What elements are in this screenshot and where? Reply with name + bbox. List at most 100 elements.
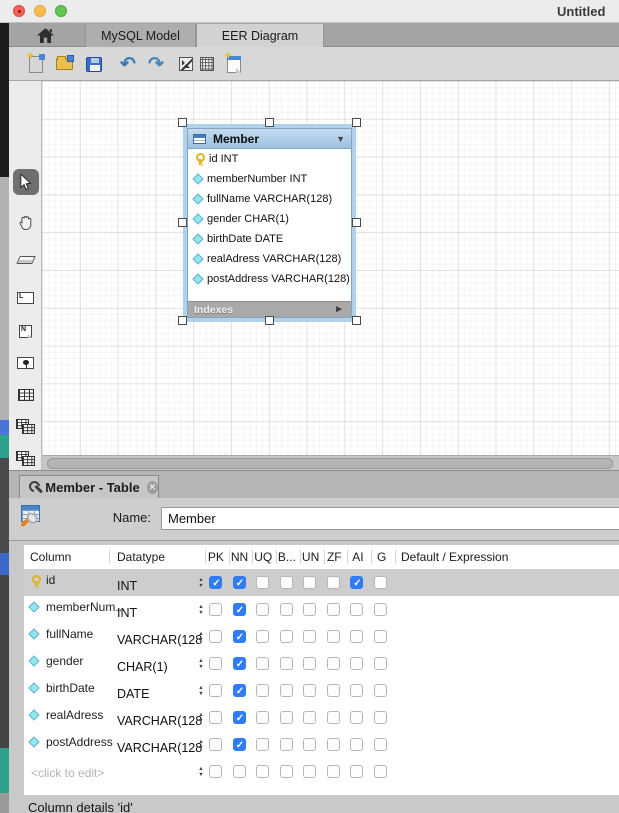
datatype-stepper[interactable] [196, 602, 206, 617]
datatype-value[interactable]: DATE [117, 686, 149, 702]
zoom-window-button[interactable] [55, 5, 67, 17]
checkbox-bin[interactable] [280, 765, 293, 778]
table-row-membernumber[interactable]: memberNum... INT [24, 596, 619, 623]
horizontal-scrollbar-thumb[interactable] [47, 458, 613, 469]
datatype-value[interactable]: INT [117, 605, 137, 621]
checkbox-ai[interactable] [350, 576, 363, 589]
checkbox-un[interactable] [303, 603, 316, 616]
new-model-button[interactable]: ✦ [24, 52, 48, 76]
header-g[interactable]: G [370, 545, 394, 569]
tab-home[interactable] [18, 23, 72, 47]
tool-layer[interactable]: L [9, 284, 42, 312]
eer-diagram-canvas[interactable]: Member ▼ id INT memberNumber INT fullNam… [42, 81, 619, 455]
checkbox-un[interactable] [303, 684, 316, 697]
checkbox-un[interactable] [303, 765, 316, 778]
checkbox-zf[interactable] [327, 603, 340, 616]
datatype-stepper[interactable] [196, 629, 206, 644]
datatype-stepper[interactable] [196, 575, 206, 590]
checkbox-nn[interactable] [233, 711, 246, 724]
checkbox-uq[interactable] [256, 603, 269, 616]
checkbox-uq[interactable] [256, 576, 269, 589]
checkbox-pk[interactable] [209, 657, 222, 670]
resize-handle-top-left[interactable] [178, 118, 187, 127]
figure-column-row[interactable]: postAddress VARCHAR(128) [188, 269, 351, 289]
figure-column-row[interactable]: fullName VARCHAR(128) [188, 189, 351, 209]
checkbox-pk[interactable] [209, 765, 222, 778]
checkbox-zf[interactable] [327, 657, 340, 670]
tool-view[interactable] [9, 413, 42, 441]
header-uq[interactable]: UQ [251, 545, 275, 569]
checkbox-zf[interactable] [327, 711, 340, 724]
datatype-value[interactable]: VARCHAR(128 [117, 740, 202, 756]
checkbox-un[interactable] [303, 738, 316, 751]
checkbox-ai[interactable] [350, 603, 363, 616]
close-window-button[interactable] [13, 5, 25, 17]
checkbox-nn[interactable] [233, 684, 246, 697]
editor-tab-member-table[interactable]: Member - Table ✕ [19, 475, 159, 499]
resize-handle-top-right[interactable] [352, 118, 361, 127]
datatype-stepper[interactable] [196, 710, 206, 725]
horizontal-scrollbar[interactable] [42, 455, 619, 470]
save-model-button[interactable] [82, 52, 106, 76]
checkbox-g[interactable] [374, 630, 387, 643]
checkbox-ai[interactable] [350, 738, 363, 751]
tab-mysql-model[interactable]: MySQL Model [85, 24, 196, 47]
checkbox-bin[interactable] [280, 684, 293, 697]
table-name-input[interactable] [161, 507, 619, 530]
checkbox-uq[interactable] [256, 738, 269, 751]
datatype-stepper[interactable] [196, 737, 206, 752]
tool-table[interactable] [9, 381, 42, 409]
redo-button[interactable]: ↷ [144, 52, 168, 76]
checkbox-bin[interactable] [280, 603, 293, 616]
checkbox-ai[interactable] [350, 657, 363, 670]
figure-column-row[interactable]: gender CHAR(1) [188, 209, 351, 229]
resize-handle-middle-right[interactable] [352, 218, 361, 227]
checkbox-ai[interactable] [350, 765, 363, 778]
checkbox-uq[interactable] [256, 765, 269, 778]
column-name[interactable]: fullName [46, 626, 93, 642]
header-zf[interactable]: ZF [322, 545, 346, 569]
checkbox-nn[interactable] [233, 576, 246, 589]
datatype-stepper[interactable] [196, 683, 206, 698]
column-name[interactable]: birthDate [46, 680, 95, 696]
checkbox-zf[interactable] [327, 765, 340, 778]
resize-handle-bottom-right[interactable] [352, 316, 361, 325]
header-ai[interactable]: AI [346, 545, 370, 569]
checkbox-bin[interactable] [280, 738, 293, 751]
checkbox-zf[interactable] [327, 684, 340, 697]
collapse-triangle-icon[interactable]: ▼ [336, 134, 345, 144]
column-name[interactable]: id [46, 572, 55, 588]
checkbox-g[interactable] [374, 738, 387, 751]
header-bin[interactable]: B... [275, 545, 299, 569]
checkbox-g[interactable] [374, 657, 387, 670]
toggle-grid-button[interactable] [195, 52, 219, 76]
datatype-stepper[interactable] [196, 656, 206, 671]
checkbox-pk[interactable] [209, 711, 222, 724]
close-editor-tab-button[interactable]: ✕ [147, 481, 158, 494]
checkbox-g[interactable] [374, 684, 387, 697]
checkbox-pk[interactable] [209, 603, 222, 616]
header-column[interactable]: Column [30, 545, 71, 569]
member-table-figure[interactable]: Member ▼ id INT memberNumber INT fullNam… [187, 128, 352, 318]
checkbox-ai[interactable] [350, 711, 363, 724]
tool-select[interactable] [9, 168, 42, 196]
tool-image[interactable] [9, 349, 42, 377]
checkbox-ai[interactable] [350, 630, 363, 643]
checkbox-g[interactable] [374, 711, 387, 724]
checkbox-zf[interactable] [327, 576, 340, 589]
checkbox-g[interactable] [374, 603, 387, 616]
checkbox-ai[interactable] [350, 684, 363, 697]
checkbox-nn[interactable] [233, 630, 246, 643]
datatype-stepper[interactable] [196, 764, 206, 779]
tool-note[interactable]: N [9, 317, 42, 345]
header-un[interactable]: UN [299, 545, 323, 569]
checkbox-zf[interactable] [327, 630, 340, 643]
checkbox-g[interactable] [374, 576, 387, 589]
checkbox-uq[interactable] [256, 657, 269, 670]
checkbox-bin[interactable] [280, 576, 293, 589]
minimize-window-button[interactable] [34, 5, 46, 17]
checkbox-uq[interactable] [256, 684, 269, 697]
table-row-postaddress[interactable]: postAddress VARCHAR(128 [24, 731, 619, 758]
table-row-gender[interactable]: gender CHAR(1) [24, 650, 619, 677]
tab-eer-diagram[interactable]: EER Diagram [196, 24, 324, 47]
